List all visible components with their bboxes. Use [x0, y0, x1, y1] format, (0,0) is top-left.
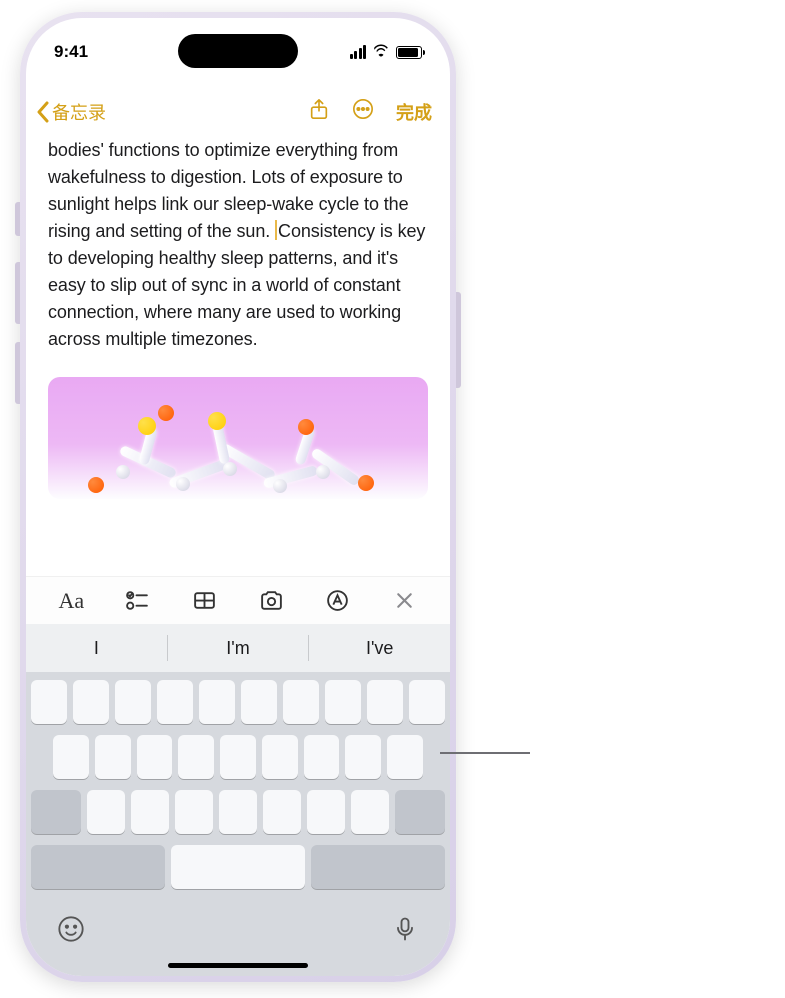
- return-key[interactable]: [311, 845, 445, 889]
- key[interactable]: [387, 735, 423, 779]
- emoji-icon[interactable]: [57, 915, 85, 948]
- space-key[interactable]: [171, 845, 305, 889]
- wifi-icon: [372, 42, 390, 62]
- checklist-button[interactable]: [118, 581, 158, 621]
- key[interactable]: [307, 790, 345, 834]
- status-time: 9:41: [54, 42, 88, 62]
- back-button[interactable]: 备忘录: [36, 99, 106, 125]
- key[interactable]: [131, 790, 169, 834]
- phone-frame: 9:41 备忘录: [20, 12, 456, 982]
- nav-bar: 备忘录 完成: [26, 86, 450, 133]
- key[interactable]: [283, 680, 319, 724]
- key[interactable]: [220, 735, 256, 779]
- key[interactable]: [87, 790, 125, 834]
- key[interactable]: [178, 735, 214, 779]
- more-icon[interactable]: [352, 98, 374, 125]
- shift-key[interactable]: [31, 790, 81, 834]
- callout-line: [440, 752, 530, 754]
- key[interactable]: [351, 790, 389, 834]
- key[interactable]: [325, 680, 361, 724]
- note-text[interactable]: bodies' functions to optimize everything…: [26, 133, 450, 353]
- note-image[interactable]: [48, 377, 428, 499]
- cellular-icon: [350, 45, 367, 59]
- numbers-key[interactable]: [31, 845, 165, 889]
- key[interactable]: [31, 680, 67, 724]
- suggestion-1[interactable]: I: [26, 628, 167, 669]
- key[interactable]: [304, 735, 340, 779]
- key[interactable]: [262, 735, 298, 779]
- key[interactable]: [157, 680, 193, 724]
- delete-key[interactable]: [395, 790, 445, 834]
- key[interactable]: [115, 680, 151, 724]
- home-indicator[interactable]: [168, 963, 308, 968]
- keyboard[interactable]: [26, 672, 450, 976]
- close-toolbar-button[interactable]: [385, 581, 425, 621]
- key[interactable]: [53, 735, 89, 779]
- key[interactable]: [367, 680, 403, 724]
- table-button[interactable]: [185, 581, 225, 621]
- key[interactable]: [73, 680, 109, 724]
- camera-button[interactable]: [251, 581, 291, 621]
- key[interactable]: [175, 790, 213, 834]
- key[interactable]: [409, 680, 445, 724]
- suggestion-3[interactable]: I've: [309, 628, 450, 669]
- dynamic-island: [178, 34, 298, 68]
- key[interactable]: [137, 735, 173, 779]
- side-button: [456, 292, 461, 388]
- back-label: 备忘录: [52, 99, 106, 125]
- mic-icon[interactable]: [391, 915, 419, 948]
- battery-icon: [396, 46, 422, 59]
- suggestion-2[interactable]: I'm: [168, 628, 309, 669]
- markup-button[interactable]: [318, 581, 358, 621]
- key[interactable]: [219, 790, 257, 834]
- key[interactable]: [95, 735, 131, 779]
- text-cursor: [275, 220, 277, 240]
- format-toolbar: Aa: [26, 576, 450, 624]
- key[interactable]: [263, 790, 301, 834]
- text-format-button[interactable]: Aa: [51, 581, 91, 621]
- predictive-bar: I I'm I've: [26, 624, 450, 672]
- share-icon[interactable]: [308, 98, 330, 125]
- key[interactable]: [199, 680, 235, 724]
- key[interactable]: [345, 735, 381, 779]
- key[interactable]: [241, 680, 277, 724]
- done-button[interactable]: 完成: [396, 99, 432, 125]
